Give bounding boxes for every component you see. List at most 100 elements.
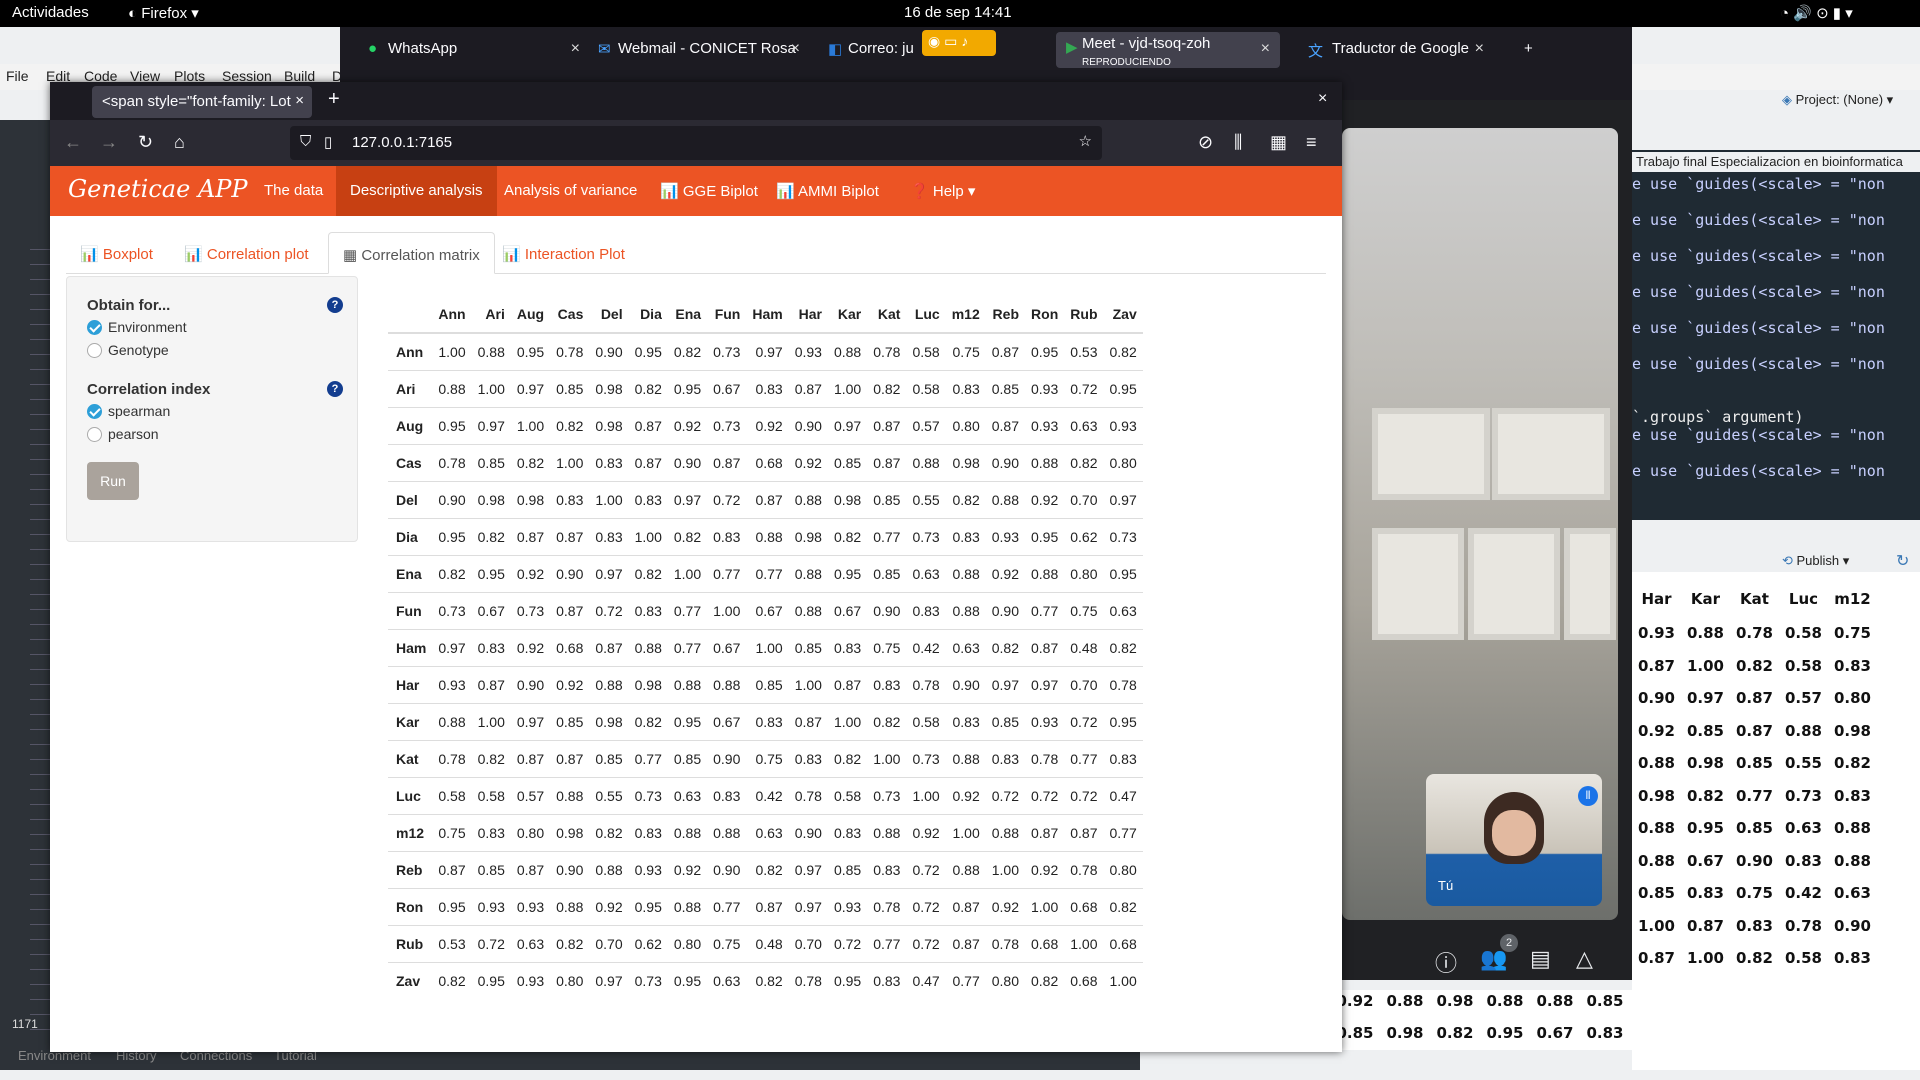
table-cell: 0.87 xyxy=(707,443,747,481)
app-brand[interactable]: Geneticae APP xyxy=(68,175,248,203)
library-icon[interactable]: ⫼ xyxy=(1234,132,1242,153)
table-cell: 0.77 xyxy=(1103,813,1143,851)
pocket-icon[interactable]: ⊘ xyxy=(1198,132,1213,153)
home-icon[interactable]: ⌂ xyxy=(174,132,185,153)
table-cell: 0.70 xyxy=(788,924,828,962)
table-cell: 1.00 xyxy=(1103,961,1143,999)
radio-genotype[interactable]: Genotype xyxy=(87,342,169,358)
radio-spearman[interactable]: spearman xyxy=(87,403,170,419)
chart-icon: 📊 xyxy=(502,246,525,263)
table-cell: 0.97 xyxy=(667,480,708,518)
nav-gge-biplot[interactable]: 📊 GGE Biplot xyxy=(646,166,772,216)
table-cell: 0.88 xyxy=(550,887,590,925)
nav-the-data[interactable]: The data xyxy=(250,166,337,216)
table-cell: 0.87 xyxy=(510,850,551,888)
refresh-icon[interactable]: ↻ xyxy=(1896,551,1909,571)
side-table-cell: 0.67 xyxy=(1686,851,1724,870)
tab-correlation-matrix[interactable]: ▦ Correlation matrix xyxy=(328,232,495,274)
shield-icon[interactable]: ⛉ xyxy=(300,133,311,150)
table-cell: 0.90 xyxy=(788,406,828,444)
table-cell: 0.48 xyxy=(746,924,789,962)
table-cell: 0.83 xyxy=(945,702,986,740)
nav-analysis-of-variance[interactable]: Analysis of variance xyxy=(490,166,651,216)
tab-meet[interactable]: ▶ Meet - vjd-tsoq-zoh REPRODUCIENDO × xyxy=(1056,32,1280,68)
tab-whatsapp[interactable]: ● WhatsApp × xyxy=(340,32,590,68)
tab-boxplot[interactable]: 📊 Boxplot xyxy=(66,232,167,274)
nav-ammi-biplot[interactable]: 📊 AMMI Biplot xyxy=(762,166,893,216)
table-cell: 0.97 xyxy=(589,961,629,999)
table-cell: 0.73 xyxy=(432,591,472,629)
table-cell: 1.00 xyxy=(827,702,868,740)
containers-icon[interactable]: ▦ xyxy=(1270,132,1287,153)
activities-button[interactable]: Actividades xyxy=(12,4,89,21)
reload-icon[interactable]: ↻ xyxy=(138,132,153,153)
close-icon[interactable]: × xyxy=(1475,40,1484,58)
table-cell: 0.88 xyxy=(707,665,747,703)
screen-share-indicator[interactable]: ◉ ▭ ♪ xyxy=(922,30,996,56)
table-cell: 0.82 xyxy=(550,924,590,962)
bottom-table-cell: 0.67 xyxy=(1536,1024,1574,1042)
table-cell: 0.88 xyxy=(1025,443,1065,481)
tab-shiny-app[interactable]: <span style="font-family: Lot × xyxy=(92,86,312,118)
table-cell: 0.77 xyxy=(667,591,708,629)
viewer-side-table: Har Kar Kat Luc m12 0.93 0.88 0.78 0.58 0.75 0.87… xyxy=(1632,578,1920,1058)
side-table-cell: 1.00 xyxy=(1686,656,1724,675)
table-row: Ham 0.97 0.83 0.92 0.68 0.87 0.88 0.77 0.67 1.00 0… xyxy=(388,628,1143,666)
table-cell: 0.58 xyxy=(432,776,472,814)
hamburger-menu-icon[interactable]: ≡ xyxy=(1306,132,1317,153)
table-cell: 0.83 xyxy=(867,665,907,703)
new-tab-button[interactable]: + xyxy=(328,88,340,111)
close-icon[interactable]: × xyxy=(295,92,304,109)
forward-icon[interactable]: → xyxy=(100,132,118,153)
tab-translate[interactable]: 文 Traductor de Google × xyxy=(1284,32,1494,68)
new-tab-button[interactable]: + xyxy=(1510,32,1550,68)
close-icon[interactable]: × xyxy=(1261,40,1270,58)
radio-pearson[interactable]: pearson xyxy=(87,426,159,442)
info-icon[interactable]: ⓘ xyxy=(1435,946,1457,978)
publish-button[interactable]: ⟲ Publish ▾ xyxy=(1782,553,1849,569)
bookmark-star-icon[interactable]: ☆ xyxy=(1079,132,1092,150)
window-close-icon[interactable]: × xyxy=(1318,90,1327,108)
table-cell: 0.80 xyxy=(510,813,551,851)
table-cell: 0.77 xyxy=(707,887,747,925)
table-cell: 0.92 xyxy=(985,887,1025,925)
close-icon[interactable]: × xyxy=(791,40,800,58)
help-icon[interactable]: ? xyxy=(327,381,343,397)
table-cell: 0.87 xyxy=(550,591,590,629)
chart-icon: 📊 xyxy=(80,246,103,263)
table-cell: 0.92 xyxy=(985,554,1025,592)
url-bar[interactable]: ⛉ ▯ 127.0.0.1:7165 ☆ xyxy=(290,126,1102,160)
nav-help[interactable]: ❓ Help ▾ xyxy=(896,166,989,216)
column-header: Luc xyxy=(906,295,946,334)
chat-icon[interactable]: ▤ xyxy=(1530,946,1551,972)
help-icon[interactable]: ? xyxy=(327,297,343,313)
firefox-app-menu[interactable]: ◐ Firefox ▾ xyxy=(128,4,199,22)
table-cell: 0.68 xyxy=(1025,924,1065,962)
self-view-video[interactable]: Tú ⦀ xyxy=(1426,774,1602,906)
tab-interaction-plot[interactable]: 📊 Interaction Plot xyxy=(488,232,639,274)
tab-webmail[interactable]: ✉ Webmail - CONICET Rosa × xyxy=(570,32,810,68)
table-cell: 0.90 xyxy=(867,591,907,629)
column-header: Har xyxy=(788,295,828,334)
project-selector[interactable]: ◈ Project: (None) ▾ xyxy=(1782,92,1893,108)
row-header: Luc xyxy=(388,776,433,814)
table-cell: 0.87 xyxy=(746,887,789,925)
table-cell: 0.93 xyxy=(628,850,668,888)
tab-correlation-plot[interactable]: 📊 Correlation plot xyxy=(170,232,323,274)
system-tray-icons[interactable]: ◔ 🔊 ⊙ ▮ ▾ xyxy=(1780,4,1853,22)
back-icon[interactable]: ← xyxy=(64,132,82,153)
table-cell: 0.85 xyxy=(827,850,868,888)
clock[interactable]: 16 de sep 14:41 xyxy=(904,4,1012,21)
column-header: Ron xyxy=(1025,295,1065,334)
run-button[interactable]: Run xyxy=(87,462,139,500)
radio-environment[interactable]: Environment xyxy=(87,319,187,335)
table-cell: 0.58 xyxy=(906,702,946,740)
table-cell: 0.82 xyxy=(746,961,789,999)
table-cell: 1.00 xyxy=(707,591,747,629)
table-cell: 0.80 xyxy=(985,961,1025,999)
activities-icon[interactable]: △ xyxy=(1576,946,1593,972)
nav-descriptive-analysis[interactable]: Descriptive analysis xyxy=(336,166,497,216)
rstudio-console[interactable]: Trabajo final Especializacion en bioinfo… xyxy=(1632,150,1920,520)
menu-file[interactable]: File xyxy=(6,68,29,84)
table-cell: 0.88 xyxy=(667,887,708,925)
